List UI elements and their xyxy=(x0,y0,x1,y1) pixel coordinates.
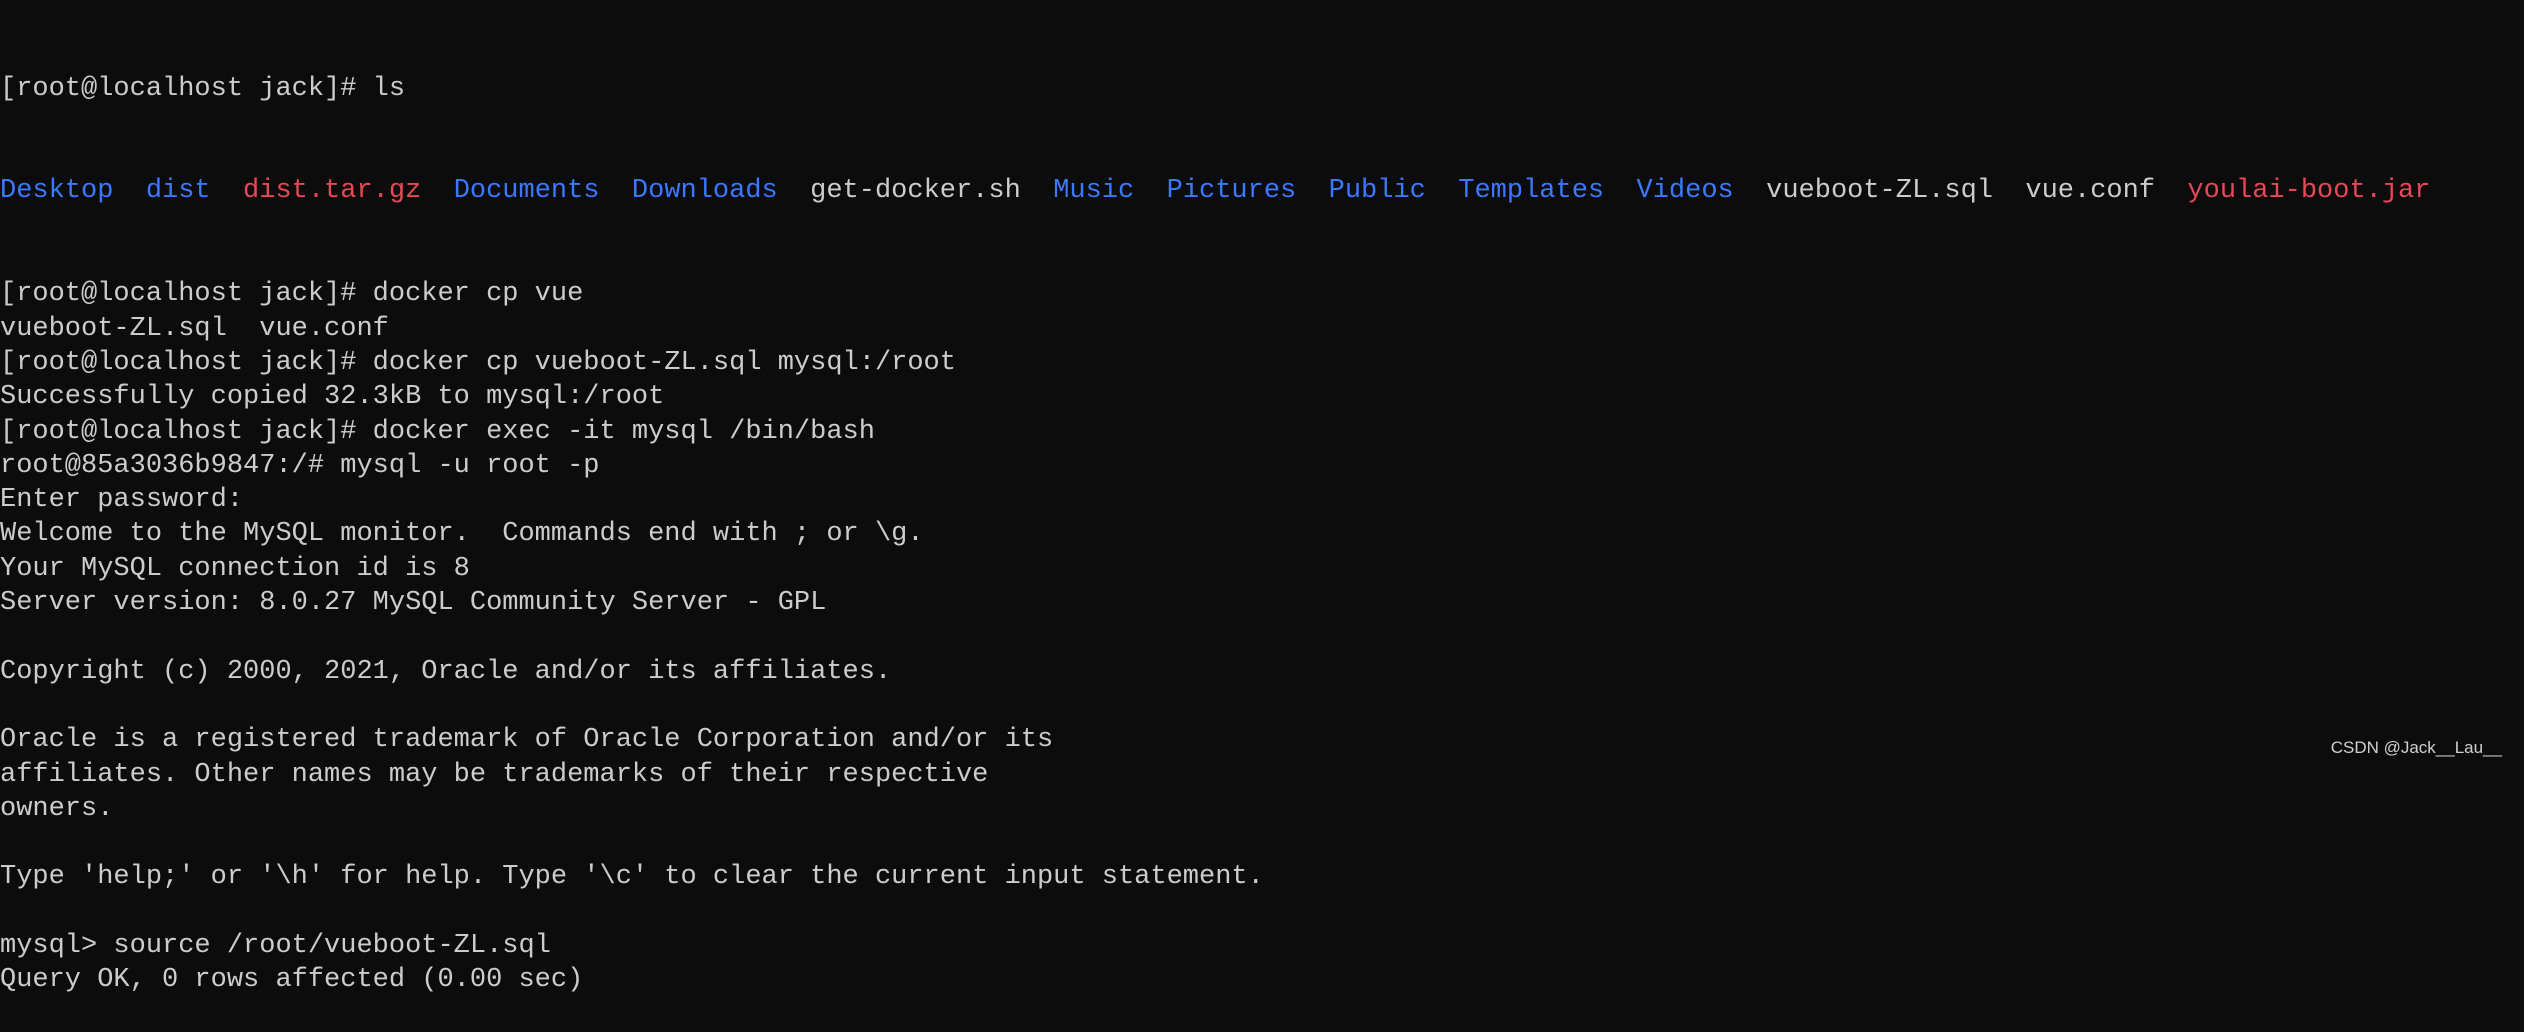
ls-output-line: Desktop dist dist.tar.gz Documents Downl… xyxy=(0,174,2430,208)
terminal-line: Your MySQL connection id is 8 xyxy=(0,553,470,584)
ls-entry-directory: Documents xyxy=(453,176,600,207)
command-text: ls xyxy=(372,73,406,104)
ls-entry-directory: Videos xyxy=(1636,176,1734,207)
shell-prompt: [root@localhost jack]# xyxy=(0,73,373,104)
ls-entry-directory: Templates xyxy=(1458,176,1605,207)
terminal-line: Welcome to the MySQL monitor. Commands e… xyxy=(0,519,924,550)
ls-entry-directory: Music xyxy=(1053,176,1135,207)
terminal-line: Successfully copied 32.3kB to mysql:/roo… xyxy=(0,382,665,413)
terminal-line: root@85a3036b9847:/# mysql -u root -p xyxy=(0,450,600,481)
csdn-watermark: CSDN @Jack__Lau__ xyxy=(2330,738,2502,757)
terminal-line: [root@localhost jack]# docker cp vue xyxy=(0,279,584,310)
terminal-line: Type 'help;' or '\h' for help. Type '\c'… xyxy=(0,862,1264,893)
ls-entry-directory: Desktop xyxy=(0,176,114,207)
terminal-line: affiliates. Other names may be trademark… xyxy=(0,759,989,790)
terminal-line: vueboot-ZL.sql vue.conf xyxy=(0,313,389,344)
ls-entry-file: get-docker.sh xyxy=(810,176,1021,207)
terminal-lines: [root@localhost jack]# docker cp vue vueb… xyxy=(0,277,2430,997)
terminal-line: [root@localhost jack]# docker exec -it m… xyxy=(0,416,875,447)
terminal-line: Oracle is a registered trademark of Orac… xyxy=(0,725,1054,756)
ls-entry-directory: Downloads xyxy=(631,176,778,207)
terminal-line: mysql> source /root/vueboot-ZL.sql xyxy=(0,931,551,962)
terminal-output[interactable]: [root@localhost jack]# ls Desktop dist d… xyxy=(0,3,2430,1032)
terminal-line: [root@localhost jack]# docker cp vueboot… xyxy=(0,347,956,378)
ls-entry-file: vueboot-ZL.sql xyxy=(1766,176,1993,207)
ls-entry-directory: dist xyxy=(145,176,211,207)
terminal-line: Query OK, 0 rows affected (0.00 sec) xyxy=(0,965,584,996)
terminal-line: Copyright (c) 2000, 2021, Oracle and/or … xyxy=(0,656,892,687)
terminal-line: Enter password: xyxy=(0,485,244,516)
ls-entry-directory: Pictures xyxy=(1166,176,1297,207)
ls-entry-file: vue.conf xyxy=(2025,176,2156,207)
terminal-line: owners. xyxy=(0,793,114,824)
ls-entry-archive: dist.tar.gz xyxy=(243,176,422,207)
terminal-line: Server version: 8.0.27 MySQL Community S… xyxy=(0,588,827,619)
ls-entry-directory: Public xyxy=(1328,176,1426,207)
ls-entry-archive: youlai-boot.jar xyxy=(2187,176,2431,207)
terminal-line-ls: [root@localhost jack]# ls xyxy=(0,72,2430,106)
